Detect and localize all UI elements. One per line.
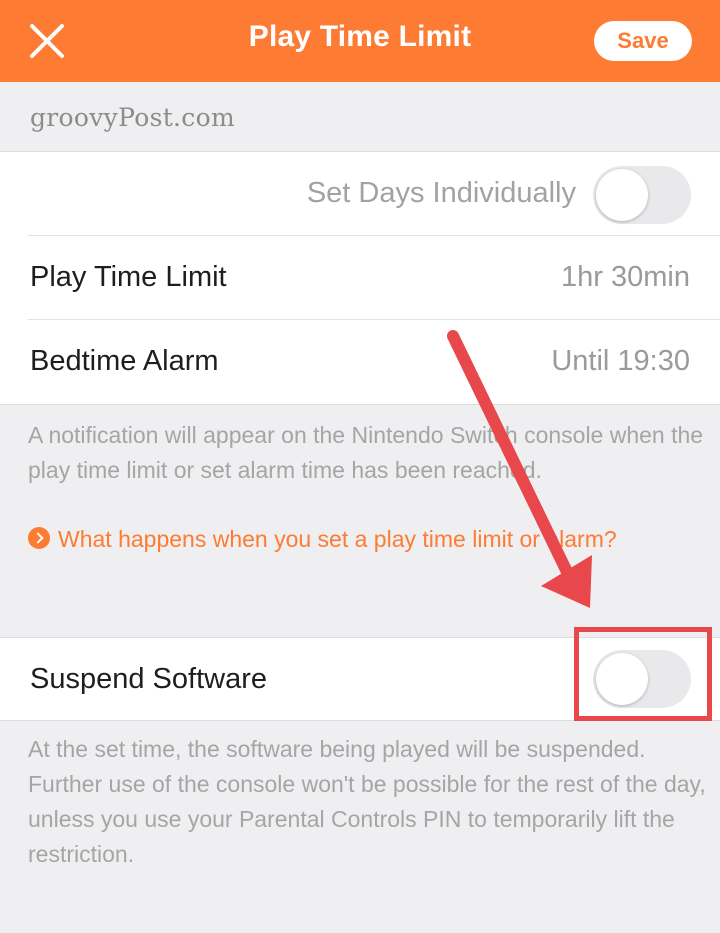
- suspend-software-row: Suspend Software: [0, 637, 720, 721]
- set-days-label: Set Days Individually: [306, 177, 576, 209]
- info-link[interactable]: What happens when you set a play time li…: [28, 522, 628, 557]
- suspend-software-toggle[interactable]: [593, 650, 691, 708]
- notification-note: A notification will appear on the Ninten…: [28, 422, 704, 483]
- suspend-note: At the set time, the software being play…: [28, 736, 706, 867]
- bedtime-alarm-value: Until 19:30: [551, 345, 690, 377]
- watermark: groovyPost.com: [30, 103, 235, 132]
- save-button[interactable]: Save: [594, 21, 692, 61]
- toggle-knob: [596, 169, 648, 221]
- app-header: Play Time Limit Save: [0, 0, 720, 82]
- play-time-row[interactable]: Play Time Limit 1hr 30min: [0, 236, 720, 320]
- settings-list: Set Days Individually Play Time Limit 1h…: [0, 151, 720, 405]
- set-days-row: Set Days Individually: [0, 152, 720, 236]
- play-time-value: 1hr 30min: [561, 261, 690, 293]
- toggle-knob: [596, 653, 648, 705]
- set-days-toggle[interactable]: [593, 166, 691, 224]
- bedtime-alarm-label: Bedtime Alarm: [30, 345, 219, 377]
- bedtime-alarm-row[interactable]: Bedtime Alarm Until 19:30: [0, 320, 720, 404]
- suspend-software-label: Suspend Software: [30, 663, 267, 695]
- play-time-label: Play Time Limit: [30, 261, 227, 293]
- info-link-text: What happens when you set a play time li…: [58, 526, 617, 552]
- chevron-right-circle-icon: [28, 527, 50, 549]
